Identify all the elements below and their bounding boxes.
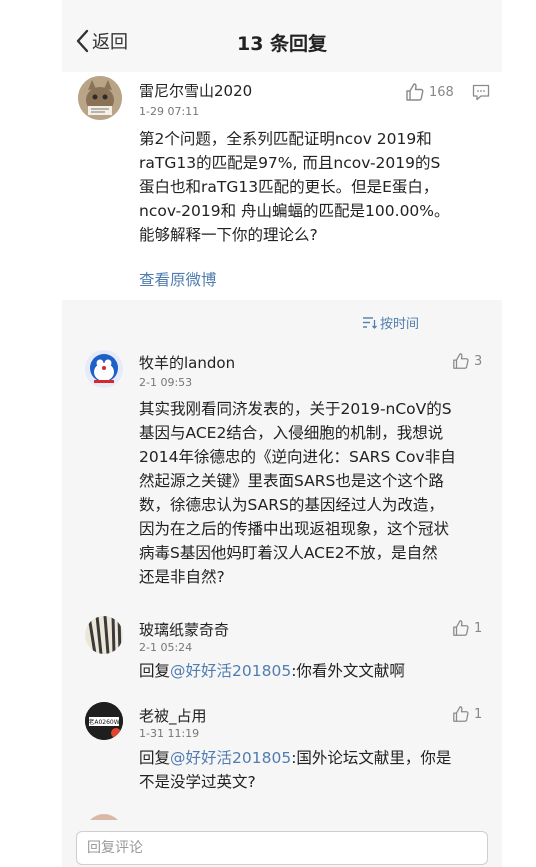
original-comment: 雷尼尔雪山2020 1-29 07:11 168 第2个问题，全系列匹配证明nc… — [62, 72, 502, 300]
like-count: 1 — [474, 620, 483, 636]
post-username[interactable]: 雷尼尔雪山2020 — [139, 80, 252, 101]
reply-time: 2-1 09:53 — [139, 376, 193, 389]
reply-line: 2014年徐德忠的《逆向进化：SARS Cov非自 — [139, 448, 456, 466]
reply-line: 病毒S基因他妈盯着汉人ACE2不放，是自然 — [139, 544, 438, 562]
sort-icon — [363, 317, 377, 329]
reply-bar — [62, 820, 502, 867]
like-button[interactable]: 168 — [405, 82, 454, 102]
mention-link[interactable]: @好好活201805 — [170, 662, 291, 680]
reply-text: :国外论坛文献里，你是 — [291, 749, 452, 767]
avatar[interactable] — [85, 616, 123, 654]
thumbs-up-icon — [453, 620, 469, 636]
like-count: 1 — [474, 706, 483, 722]
avatar-text: 老A0260W — [88, 718, 119, 726]
reply-item: 牧羊的landon 2-1 09:53 3 其实我刚看同济发表的，关于2019-… — [62, 345, 502, 605]
like-button[interactable]: 1 — [452, 705, 482, 723]
like-count: 3 — [474, 353, 483, 369]
thumbs-up-icon — [453, 706, 469, 722]
reply-line: 基因与ACE2结合，入侵细胞的机制，我想说 — [139, 424, 444, 442]
reply-item: 老A0260W 老被_占用 1-31 11:19 1 回复@好好活201805:… — [62, 698, 502, 808]
post-line: 第2个问题，全系列匹配证明ncov 2019和 — [139, 130, 432, 148]
view-original-link[interactable]: 查看原微博 — [139, 268, 217, 290]
avatar[interactable] — [85, 350, 123, 388]
reply-username[interactable]: 玻璃纸蒙奇奇 — [139, 619, 229, 640]
comment-icon — [472, 84, 490, 101]
reply-prefix: 回复 — [139, 749, 171, 767]
like-count: 168 — [429, 84, 454, 100]
doraemon-avatar-icon — [85, 350, 123, 388]
reply-comment-input[interactable] — [76, 831, 488, 865]
post-line: ncov-2019和 舟山蝙蝠的匹配是100.00%。 — [139, 202, 450, 220]
post-time: 1-29 07:11 — [139, 105, 200, 118]
reply-line: 还是非自然? — [139, 568, 225, 586]
reply-time: 2-1 05:24 — [139, 641, 193, 654]
zebra-avatar-icon — [85, 616, 123, 654]
avatar[interactable] — [78, 76, 122, 120]
reply-item: 玻璃纸蒙奇奇 2-1 05:24 1 回复@好好活201805:你看外文文献啊 — [62, 612, 502, 692]
page-title: 13 条回复 — [236, 33, 328, 55]
badge-avatar-icon: 老A0260W — [85, 702, 123, 740]
post-line: raTG13的匹配是97%, 而且ncov-2019的S — [139, 154, 441, 172]
reply-text: :你看外文文献啊 — [291, 662, 405, 680]
reply-line: 回复@好好活201805:你看外文文献啊 — [139, 659, 405, 683]
post-line: 能够解释一下你的理论么? — [139, 226, 318, 244]
reply-line: 数，徐德忠认为SARS的基因经过人为改造， — [139, 496, 444, 514]
reply-line: 不是没学过英文? — [139, 773, 256, 791]
mention-link[interactable]: @好好活201805 — [170, 749, 291, 767]
like-button[interactable]: 1 — [452, 619, 482, 637]
reply-body: 回复@好好活201805:国外论坛文献里，你是 不是没学过英文? — [139, 746, 451, 794]
thumbs-up-icon — [406, 83, 424, 101]
avatar[interactable]: 老A0260W — [85, 702, 123, 740]
cat-avatar-icon — [78, 76, 122, 120]
reply-username[interactable]: 牧羊的landon — [139, 352, 235, 373]
thumbs-up-icon — [453, 353, 469, 369]
reply-body: 回复@好好活201805:你看外文文献啊 — [139, 659, 405, 683]
like-button[interactable]: 3 — [452, 352, 482, 370]
reply-line: 回复@好好活201805:国外论坛文献里，你是 — [139, 746, 451, 770]
reply-line: 其实我刚看同济发表的，关于2019-nCoV的S — [139, 400, 452, 418]
reply-username[interactable]: 老被_占用 — [139, 705, 207, 726]
sort-by-time-button[interactable]: 按时间 — [362, 313, 419, 332]
reply-time: 1-31 11:19 — [139, 727, 200, 740]
comment-button[interactable] — [472, 84, 490, 101]
post-line: 蛋白也和raTG13匹配的更长。但是E蛋白， — [139, 178, 439, 196]
reply-prefix: 回复 — [139, 662, 171, 680]
reply-line: 因为在之后的传播中出现返祖现象，这个冠状 — [139, 520, 450, 538]
reply-line: 然起源之关键》里表面SARS也是这个这个路 — [139, 472, 444, 490]
reply-body: 其实我刚看同济发表的，关于2019-nCoV的S 基因与ACE2结合，入侵细胞的… — [139, 397, 456, 589]
sort-label: 按时间 — [380, 317, 420, 332]
post-body: 第2个问题，全系列匹配证明ncov 2019和 raTG13的匹配是97%, 而… — [139, 127, 450, 247]
nav-header: 返回 13 条回复 — [62, 0, 502, 72]
